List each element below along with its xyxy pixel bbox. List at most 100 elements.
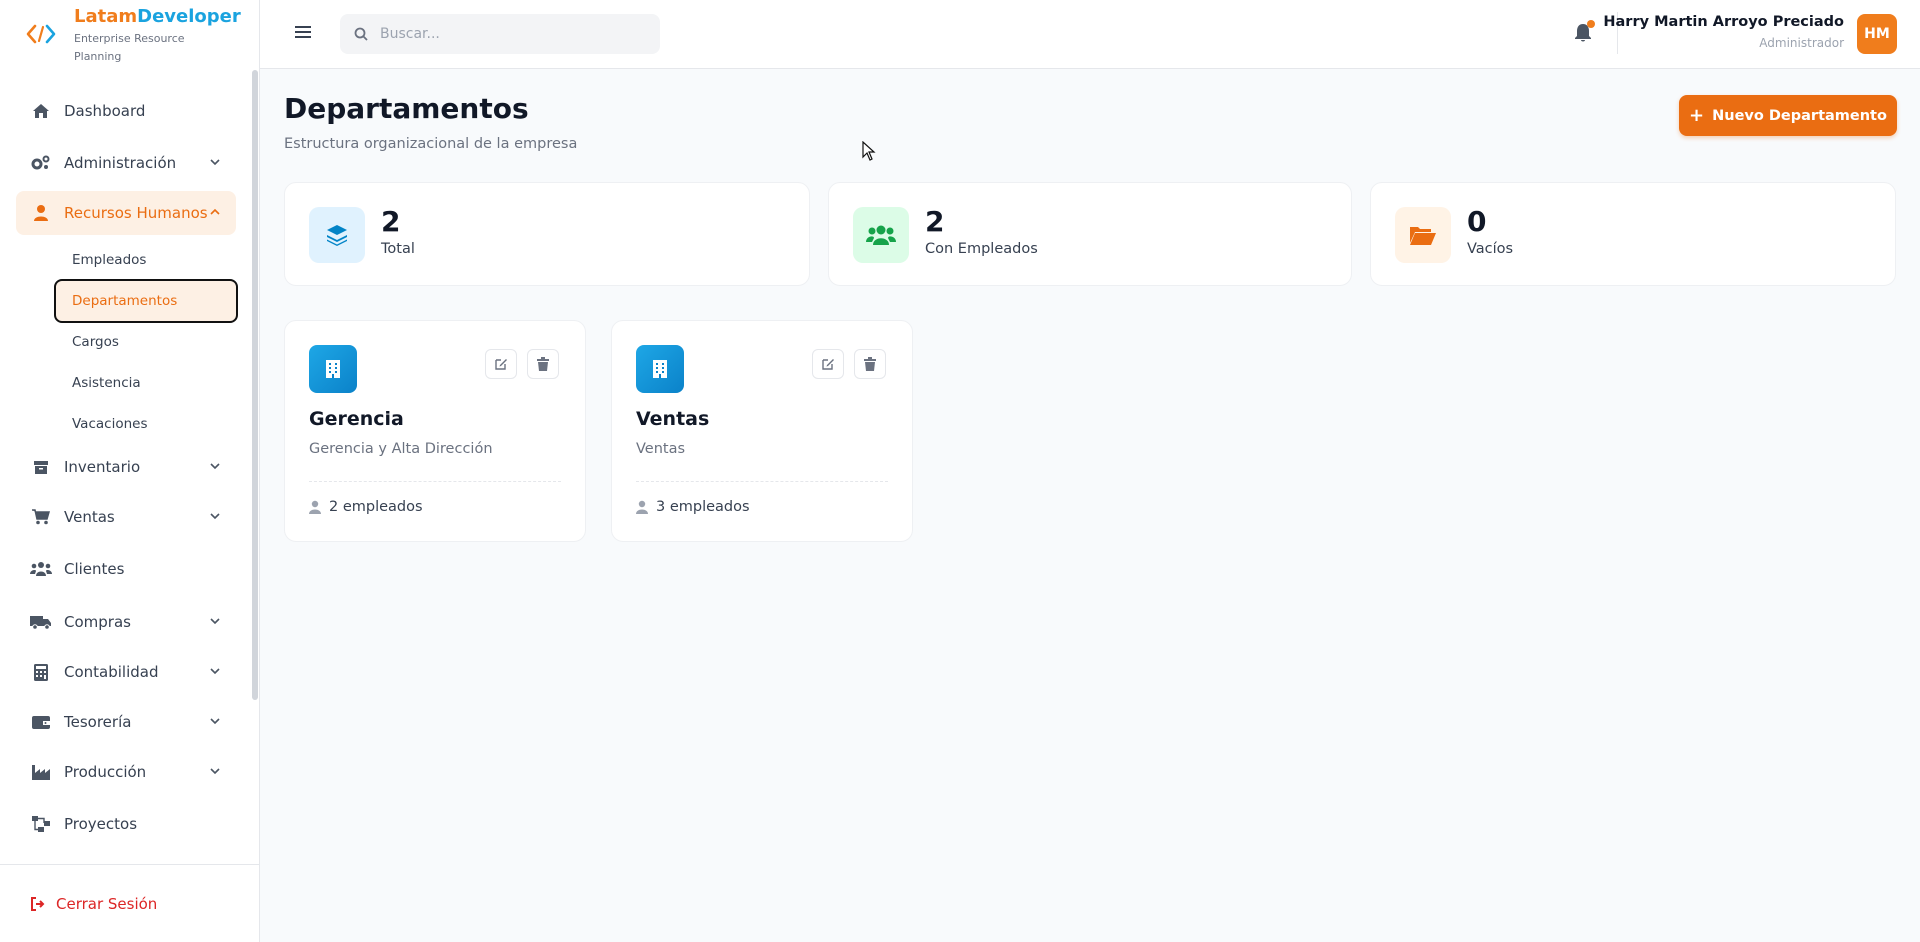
logout-label: Cerrar Sesión [56, 894, 158, 913]
department-description: Ventas [636, 441, 686, 457]
sidebar-item-contabilidad[interactable]: Contabilidad [16, 650, 236, 694]
cogs-icon [30, 153, 52, 173]
sidebar-subitem-vacaciones[interactable]: Vacaciones [54, 402, 238, 446]
folder-open-icon [1395, 207, 1451, 263]
mouse-cursor-icon [862, 141, 876, 161]
plus-icon: + [1689, 105, 1705, 126]
sidebar-item-administracion[interactable]: Administración [16, 141, 236, 185]
brand-name-part1: Latam [74, 6, 138, 27]
project-diagram-icon [30, 814, 52, 834]
sidebar-item-tesoreria[interactable]: Tesorería [16, 700, 236, 744]
employee-count-label: 3 empleados [656, 499, 750, 515]
delete-button[interactable] [854, 349, 886, 379]
topbar: Harry Martin Arroyo Preciado Administrad… [260, 0, 1920, 69]
department-name: Gerencia [309, 408, 404, 430]
sidebar-item-label: Administración [64, 154, 177, 172]
cart-icon [30, 507, 52, 527]
user-icon [30, 203, 52, 223]
sidebar-item-clientes[interactable]: Clientes [16, 547, 236, 591]
calculator-icon [30, 662, 52, 682]
chevron-down-icon [210, 513, 220, 520]
sidebar-item-label: Inventario [64, 458, 141, 476]
search-box [340, 14, 660, 54]
chevron-down-icon [210, 159, 220, 166]
sidebar-scrollbar[interactable] [252, 70, 258, 700]
sidebar-subitem-cargos[interactable]: Cargos [54, 320, 238, 364]
department-description: Gerencia y Alta Dirección [309, 441, 493, 457]
sidebar-subitem-empleados[interactable]: Empleados [54, 238, 238, 282]
users-icon [30, 559, 52, 579]
divider [309, 481, 561, 482]
code-logo-icon [26, 19, 56, 49]
sidebar-item-label: Proyectos [64, 815, 138, 833]
layers-icon [309, 207, 365, 263]
sidebar-item-label: Contabilidad [64, 663, 159, 681]
stat-label: Con Empleados [925, 241, 1038, 257]
new-department-label: Nuevo Departamento [1712, 107, 1887, 124]
stat-value: 2 [381, 205, 401, 238]
department-employee-count: 3 empleados [636, 499, 750, 515]
sidebar-item-compras[interactable]: Compras [16, 600, 236, 644]
edit-icon [822, 359, 834, 370]
sidebar-item-label: Dashboard [64, 102, 146, 120]
delete-button[interactable] [527, 349, 559, 379]
sidebar-item-ventas[interactable]: Ventas [16, 495, 236, 539]
avatar[interactable]: HM [1857, 14, 1897, 54]
brand[interactable]: LatamDeveloper Enterprise Resource Plann… [0, 0, 259, 69]
factory-icon [30, 762, 52, 782]
stat-label: Vacíos [1467, 241, 1514, 257]
sidebar-item-label: Ventas [64, 508, 115, 526]
chevron-down-icon [210, 718, 220, 725]
user-name[interactable]: Harry Martin Arroyo Preciado [1603, 14, 1844, 30]
department-employee-count: 2 empleados [309, 499, 423, 515]
menu-toggle-icon[interactable] [294, 23, 312, 41]
edit-button[interactable] [485, 349, 517, 379]
department-name: Ventas [636, 408, 710, 430]
sidebar-item-label: Recursos Humanos [64, 204, 208, 222]
sidebar-item-label: Producción [64, 763, 147, 781]
new-department-button[interactable]: + Nuevo Departamento [1679, 95, 1897, 136]
department-card[interactable]: Ventas Ventas 3 empleados [611, 320, 913, 542]
sidebar: LatamDeveloper Enterprise Resource Plann… [0, 0, 260, 942]
users-icon [853, 207, 909, 263]
sidebar-item-recursos-humanos[interactable]: Recursos Humanos [16, 191, 236, 235]
sidebar-item-inventario[interactable]: Inventario [16, 445, 236, 489]
brand-subtitle: Enterprise Resource Planning [74, 32, 185, 63]
wallet-icon [30, 712, 52, 732]
chevron-down-icon [210, 463, 220, 470]
stat-value: 2 [925, 205, 945, 238]
user-icon [309, 500, 321, 514]
logout-button[interactable]: Cerrar Sesión [0, 864, 259, 942]
sidebar-item-label: Compras [64, 613, 131, 631]
sidebar-nav: Dashboard Administración Recursos Humano… [0, 70, 252, 860]
trash-icon [537, 357, 549, 371]
sidebar-subitem-departamentos[interactable]: Departamentos [54, 279, 238, 323]
chevron-down-icon [210, 618, 220, 625]
page-title: Departamentos [284, 92, 529, 125]
truck-icon [30, 612, 52, 632]
stat-card-con-empleados: 2 Con Empleados [828, 182, 1352, 286]
stat-card-total: 2 Total [284, 182, 810, 286]
trash-icon [864, 357, 876, 371]
edit-button[interactable] [812, 349, 844, 379]
sidebar-item-produccion[interactable]: Producción [16, 750, 236, 794]
sidebar-item-label: Tesorería [64, 713, 132, 731]
search-input[interactable] [380, 26, 640, 42]
edit-icon [495, 359, 507, 370]
sidebar-subitem-asistencia[interactable]: Asistencia [54, 361, 238, 405]
sidebar-item-proyectos[interactable]: Proyectos [16, 802, 236, 846]
page-subtitle: Estructura organizacional de la empresa [284, 136, 578, 152]
search-icon [354, 27, 368, 41]
user-icon [636, 500, 648, 514]
chevron-down-icon [210, 668, 220, 675]
department-card[interactable]: Gerencia Gerencia y Alta Dirección 2 emp… [284, 320, 586, 542]
box-icon [30, 457, 52, 477]
home-icon [30, 101, 52, 121]
sign-out-icon [30, 896, 46, 911]
user-role: Administrador [1759, 36, 1844, 50]
sidebar-item-dashboard[interactable]: Dashboard [16, 89, 236, 133]
brand-name-part2: Developer [137, 6, 241, 27]
employee-count-label: 2 empleados [329, 499, 423, 515]
chevron-up-icon [210, 208, 220, 215]
building-icon [636, 345, 684, 393]
